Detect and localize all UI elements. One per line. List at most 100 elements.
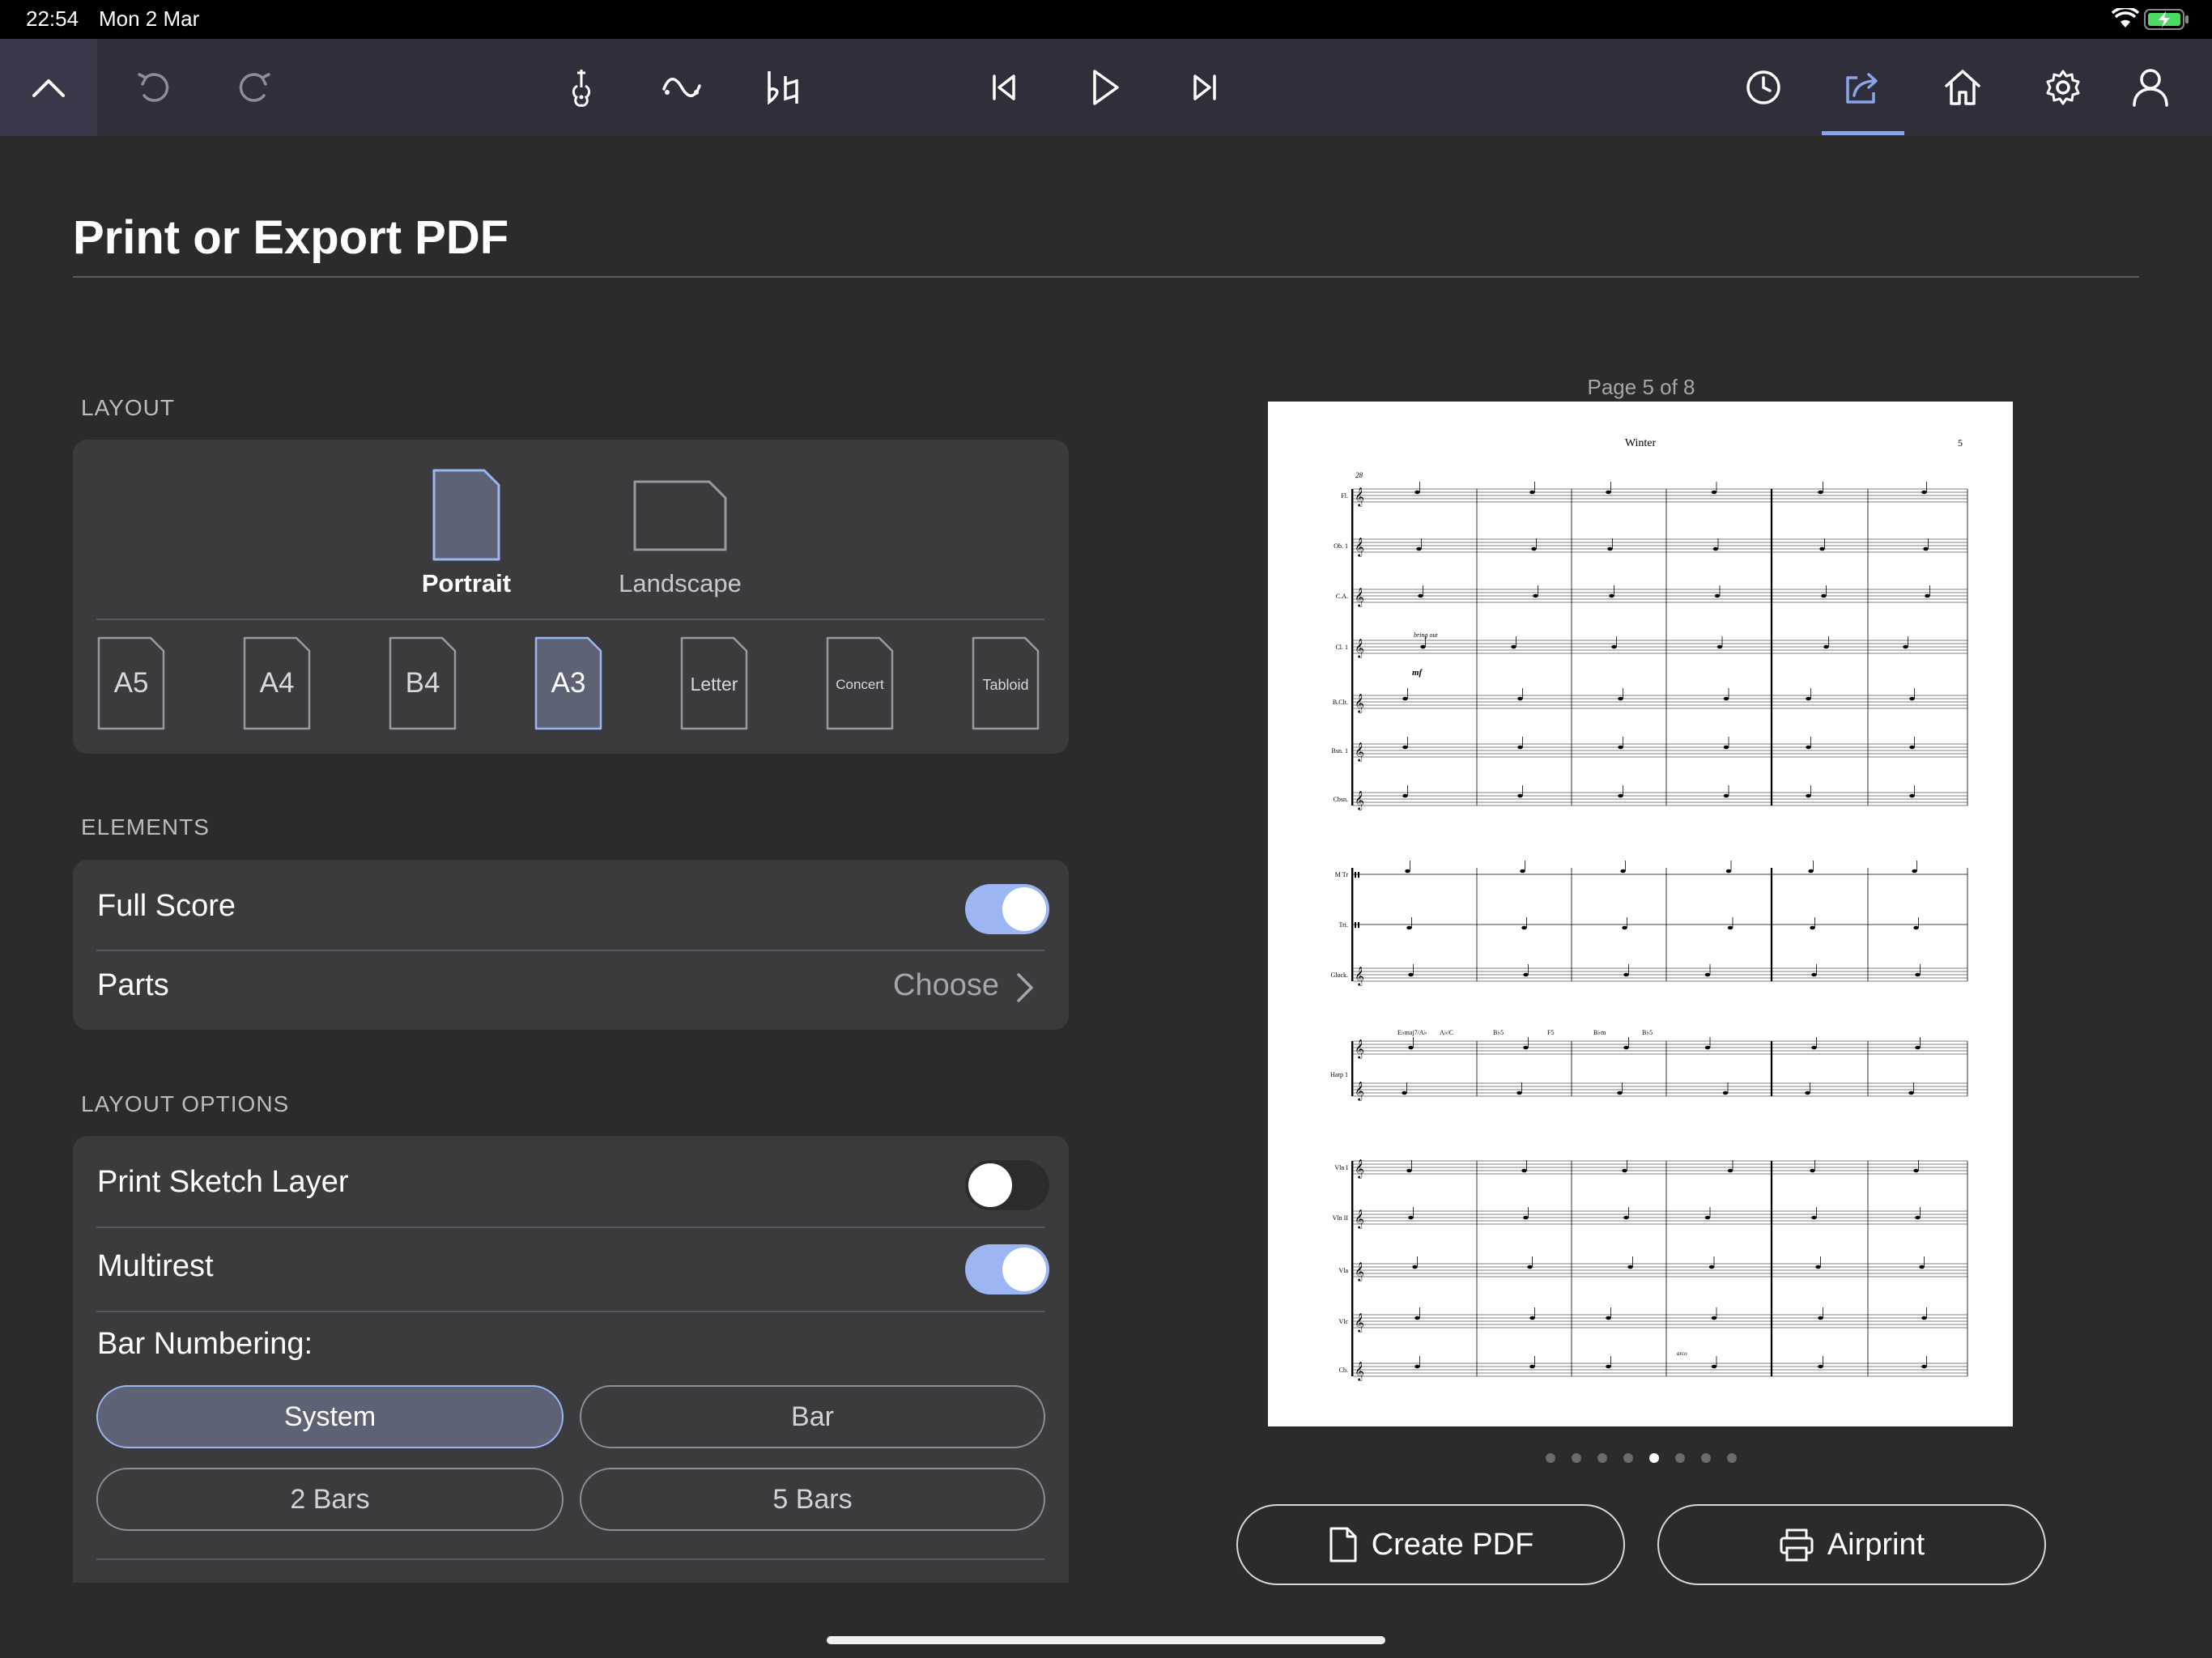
- multirest-toggle[interactable]: [965, 1244, 1049, 1295]
- note-head: [1727, 1168, 1733, 1173]
- note-head: [1908, 1090, 1914, 1095]
- note-head: [1418, 593, 1423, 598]
- note-head: [1919, 1265, 1925, 1269]
- note-head: [1402, 745, 1408, 750]
- instrument-name: M Tr: [1335, 871, 1349, 878]
- note-head: [1402, 696, 1408, 701]
- toggle-knob: [968, 1163, 1012, 1207]
- print-sketch-layer-toggle[interactable]: [965, 1160, 1049, 1210]
- note-head: [1414, 1316, 1420, 1320]
- clef-glyph: 𝄞: [1355, 1261, 1364, 1282]
- note-head: [1727, 925, 1733, 930]
- options-divider-2: [96, 1311, 1044, 1312]
- note-head: [1623, 1045, 1629, 1050]
- paper-size-b4[interactable]: B4: [389, 636, 457, 730]
- paper-size-a3[interactable]: A3: [534, 636, 602, 730]
- redo-button[interactable]: [230, 63, 279, 112]
- bar-numbering-2-bars-button[interactable]: 2 Bars: [96, 1468, 564, 1531]
- note-head: [1408, 1045, 1414, 1050]
- note-head: [1909, 696, 1915, 701]
- home-button[interactable]: [1938, 63, 1987, 112]
- note-head: [1923, 546, 1929, 551]
- layout-options-panel: Print Sketch Layer Multirest Bar Numberi…: [73, 1136, 1069, 1605]
- note-head: [1523, 1215, 1529, 1220]
- note-head: [1622, 925, 1627, 930]
- note-head: [1808, 869, 1814, 874]
- note-head: [1402, 793, 1408, 798]
- note-head: [1412, 1265, 1418, 1269]
- airprint-button[interactable]: Airprint: [1657, 1504, 2046, 1585]
- paper-size-label: A3: [551, 667, 586, 699]
- paper-size-concert[interactable]: Concert: [826, 636, 894, 730]
- play-icon: [1093, 70, 1119, 105]
- page-dot[interactable]: [1546, 1453, 1555, 1463]
- skip-forward-button[interactable]: [1180, 63, 1229, 112]
- clef-glyph: 𝄞: [1355, 966, 1364, 986]
- history-button[interactable]: [1739, 63, 1788, 112]
- paper-size-letter[interactable]: Letter: [680, 636, 748, 730]
- play-button[interactable]: [1080, 63, 1129, 112]
- note-head: [1529, 1364, 1535, 1369]
- note-head: [1711, 1316, 1717, 1320]
- clef-glyph: 𝄞: [1355, 487, 1364, 507]
- accidentals-button[interactable]: [758, 63, 806, 112]
- page-dot[interactable]: [1623, 1453, 1633, 1463]
- accidentals-icon: [768, 71, 798, 105]
- page-dot[interactable]: [1597, 1453, 1607, 1463]
- note-head: [1915, 972, 1921, 977]
- page-dot[interactable]: [1701, 1453, 1711, 1463]
- note-head: [1416, 546, 1422, 551]
- full-score-toggle[interactable]: [965, 884, 1049, 934]
- layout-divider: [96, 619, 1044, 620]
- note-head: [1627, 1265, 1633, 1269]
- share-button[interactable]: [1838, 63, 1887, 112]
- tuning-fork-icon: [572, 70, 591, 107]
- parts-choose-button[interactable]: Choose: [883, 962, 1044, 1010]
- note-head: [1811, 1215, 1817, 1220]
- page-dot[interactable]: [1572, 1453, 1581, 1463]
- page-dot[interactable]: [1649, 1453, 1659, 1463]
- note-head: [1414, 1364, 1420, 1369]
- score-page-number: 5: [1958, 437, 1963, 449]
- history-icon: [1746, 70, 1780, 104]
- clef-glyph: 𝄞: [1355, 693, 1364, 713]
- skip-back-button[interactable]: [980, 63, 1028, 112]
- paper-size-tabloid[interactable]: Tabloid: [972, 636, 1040, 730]
- instrument-button[interactable]: [557, 63, 606, 112]
- paper-size-label: Tabloid: [982, 677, 1029, 693]
- elements-panel: Full Score Parts Choose: [73, 860, 1069, 1030]
- score-preview-page[interactable]: Winter 5 28 bring out mf arco Fl. 𝄞 Ob. 1 𝄞…: [1268, 402, 2013, 1426]
- note-head: [1529, 1316, 1535, 1320]
- collapse-toolbar-button[interactable]: [0, 39, 97, 136]
- note-head: [1622, 1168, 1627, 1173]
- note-head: [1606, 1316, 1611, 1320]
- page-dot[interactable]: [1675, 1453, 1685, 1463]
- clef-glyph: 𝄥: [1355, 865, 1359, 885]
- orientation-landscape[interactable]: [632, 478, 729, 559]
- account-button[interactable]: [2126, 63, 2175, 112]
- note-head: [1609, 593, 1614, 598]
- score-dynamic: mf: [1412, 668, 1423, 678]
- score-articulation: arco: [1677, 1350, 1687, 1357]
- clef-glyph: 𝄞: [1355, 1209, 1364, 1229]
- note-head: [1921, 1316, 1927, 1320]
- bar-numbering-5-bars-button[interactable]: 5 Bars: [580, 1468, 1045, 1531]
- paper-size-a5[interactable]: A5: [97, 636, 165, 730]
- note-head: [1517, 793, 1523, 798]
- instrument-name: Cl. 1: [1335, 644, 1348, 651]
- note-head: [1606, 490, 1611, 495]
- settings-gear-icon: [2046, 70, 2080, 105]
- note-head: [1819, 546, 1825, 551]
- paper-size-a4[interactable]: A4: [243, 636, 311, 730]
- page-dot[interactable]: [1727, 1453, 1737, 1463]
- instrument-name: Ob. 1: [1334, 542, 1348, 550]
- settings-button[interactable]: [2039, 63, 2087, 112]
- undo-button[interactable]: [130, 63, 178, 112]
- slur-button[interactable]: [657, 63, 706, 112]
- chord-symbol: B♭5: [1493, 1029, 1504, 1036]
- create-pdf-button[interactable]: Create PDF: [1236, 1504, 1625, 1585]
- bar-numbering-system-button[interactable]: System: [96, 1385, 564, 1448]
- bar-numbering-bar-button[interactable]: Bar: [580, 1385, 1045, 1448]
- note-head: [1716, 644, 1723, 649]
- paper-size-label: Letter: [690, 674, 738, 695]
